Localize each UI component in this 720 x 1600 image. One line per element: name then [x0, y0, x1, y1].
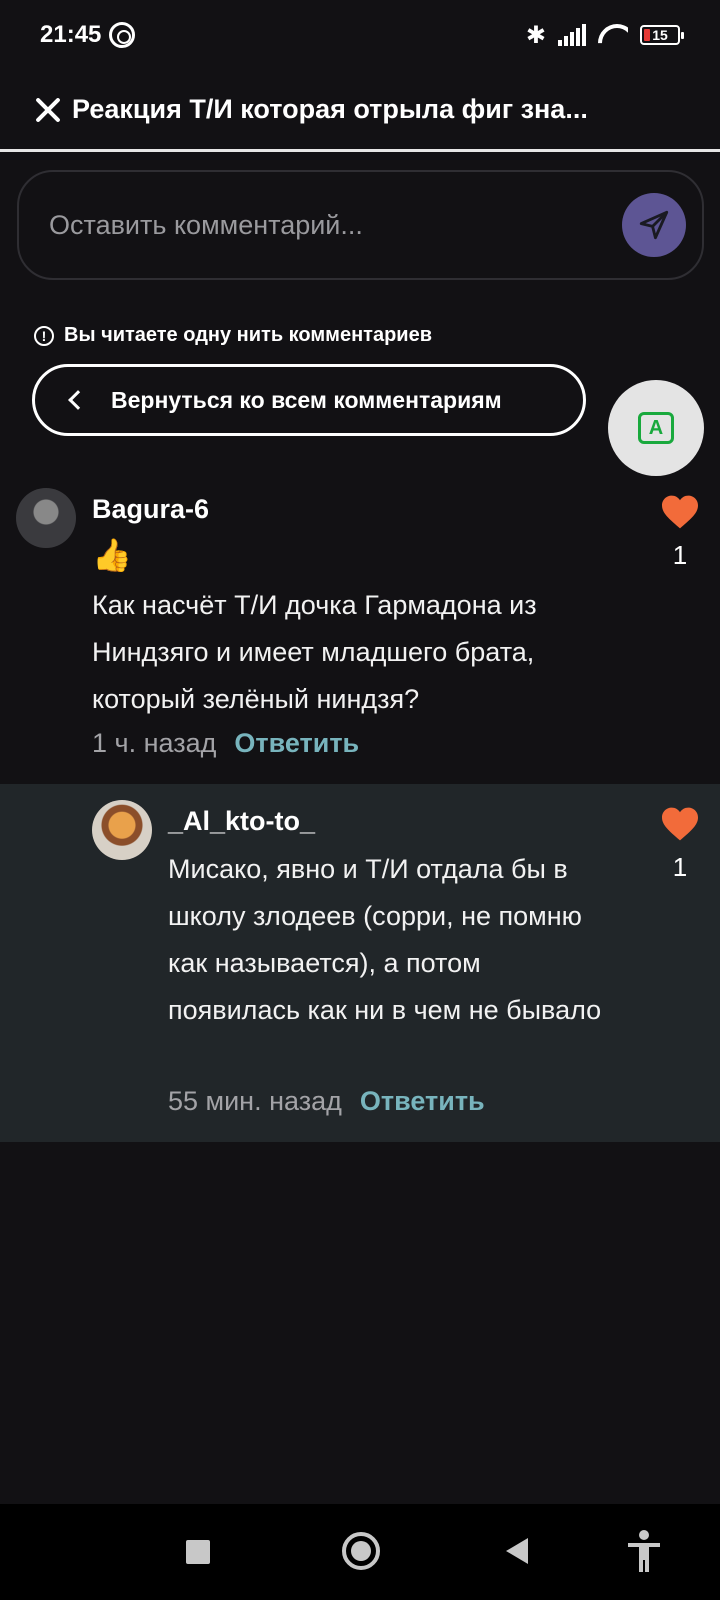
like-count: 1: [672, 540, 688, 570]
home-icon[interactable]: [342, 1532, 380, 1570]
comment-username[interactable]: _Al_kto-to_: [168, 806, 315, 837]
status-bar: 21:45 ✱ 15: [0, 0, 720, 70]
comment-username[interactable]: Bagura-6: [92, 494, 209, 525]
info-icon: !: [34, 325, 54, 346]
comment-input[interactable]: [49, 209, 589, 241]
fingerprint-icon: [109, 22, 136, 48]
chevron-left-icon: [68, 390, 88, 410]
comment-meta: 1 ч. назад Ответить: [92, 728, 359, 759]
comment-meta: 55 мин. назад Ответить: [168, 1086, 485, 1117]
thread-notice: ! Вы читаете одну нить комментариев: [34, 324, 432, 347]
like-count: 1: [672, 852, 688, 882]
heart-icon[interactable]: [660, 806, 700, 842]
header: Реакция Т/И которая отрыла фиг зна...: [0, 70, 720, 152]
accessibility-icon[interactable]: [626, 1530, 662, 1574]
recents-icon[interactable]: [186, 1540, 210, 1564]
page-title: Реакция Т/И которая отрыла фиг зна...: [72, 94, 588, 124]
status-time: 21:45: [40, 21, 102, 48]
reply-link[interactable]: Ответить: [234, 728, 359, 759]
comment-emoji: 👍: [92, 537, 132, 573]
battery-icon: 15: [640, 25, 684, 45]
back-to-all-comments-button[interactable]: Вернуться ко всем комментариям: [32, 364, 586, 436]
back-icon[interactable]: [506, 1538, 528, 1564]
heart-icon[interactable]: [660, 494, 700, 530]
reply-link[interactable]: Ответить: [360, 1086, 485, 1117]
comment-text: Как насчёт Т/И дочка Гармадона из Ниндзя…: [92, 590, 537, 714]
translate-button[interactable]: A: [608, 380, 704, 476]
thread-notice-text: Вы читаете одну нить комментариев: [64, 324, 433, 346]
back-button-label: Вернуться ко всем комментариям: [111, 386, 502, 413]
avatar[interactable]: [16, 488, 76, 548]
like-control[interactable]: 1: [660, 494, 700, 571]
close-icon[interactable]: [32, 94, 64, 126]
system-nav-bar: [0, 1504, 720, 1600]
comment-timestamp: 55 мин. назад: [168, 1086, 342, 1116]
comment: Bagura-6 👍 Как насчёт Т/И дочка Гармадон…: [0, 480, 720, 784]
send-button[interactable]: [622, 193, 686, 257]
battery-level: 15: [652, 27, 668, 43]
comment-box[interactable]: [17, 170, 704, 280]
wifi-icon: [598, 24, 628, 46]
like-control[interactable]: 1: [660, 806, 700, 883]
reply-comment: _Al_kto-to_ Мисако, явно и Т/И отдала бы…: [0, 784, 720, 1142]
translate-icon: A: [638, 412, 674, 444]
comment-text: Мисако, явно и Т/И отдала бы в школу зло…: [168, 854, 602, 1025]
signal-icon: [558, 24, 586, 46]
avatar[interactable]: [92, 800, 152, 860]
bluetooth-icon: ✱: [525, 21, 546, 49]
comment-timestamp: 1 ч. назад: [92, 728, 217, 758]
send-icon: [639, 210, 669, 240]
